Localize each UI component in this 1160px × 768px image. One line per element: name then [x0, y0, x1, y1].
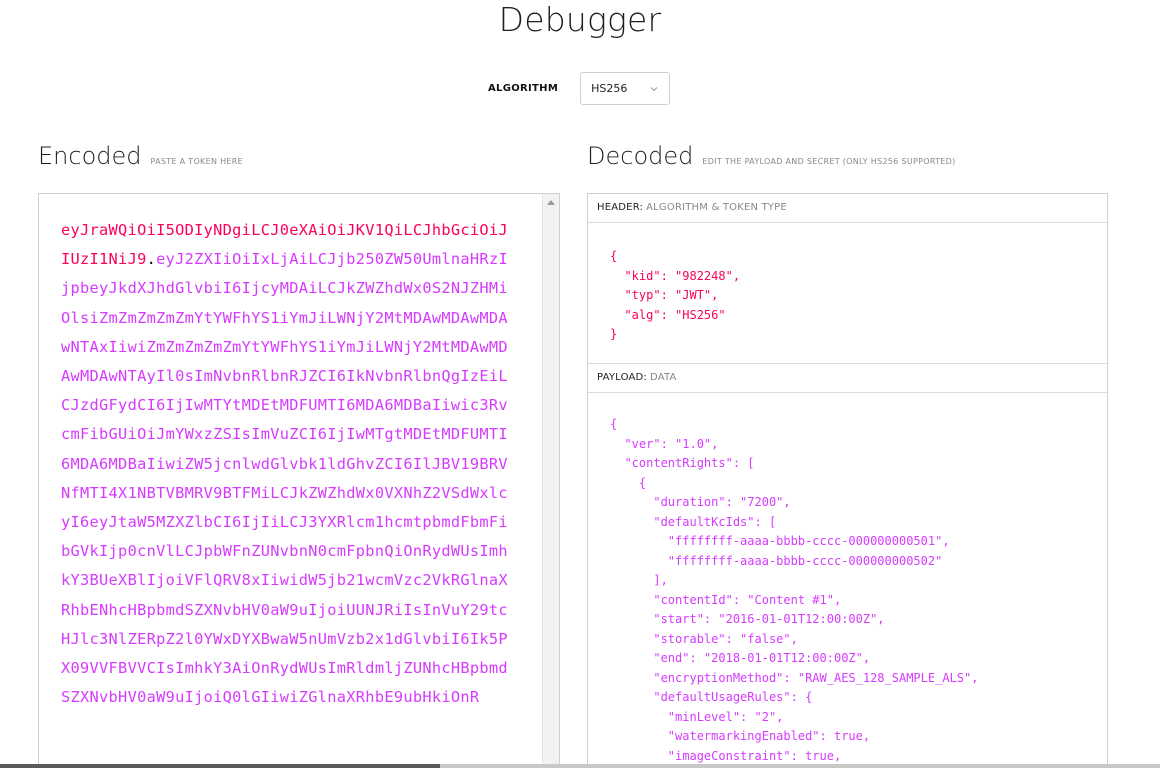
window-bottom-edge-light	[440, 764, 1160, 768]
header-panel-label: HEADER: ALGORITHM & TOKEN TYPE	[588, 194, 1107, 223]
token-separator: .	[146, 250, 157, 269]
window-bottom-edge	[0, 764, 1160, 768]
decoded-subtitle: EDIT THE PAYLOAD AND SECRET (ONLY HS256 …	[702, 157, 956, 166]
algorithm-select[interactable]: HS256	[580, 72, 671, 105]
header-json-code[interactable]: { "kid": "982248", "typ": "JWT", "alg": …	[588, 223, 1107, 345]
algorithm-select-value: HS256	[591, 82, 628, 95]
payload-json-editor[interactable]: { "ver": "1.0", "contentRights": [ { "du…	[588, 393, 1107, 766]
decoded-section-header: Decoded EDIT THE PAYLOAD AND SECRET (ONL…	[587, 142, 956, 170]
page-title: Debugger	[498, 0, 662, 39]
encoded-scrollbar[interactable]	[542, 194, 559, 768]
encoded-title: Encoded	[38, 142, 142, 170]
decoded-title: Decoded	[587, 142, 694, 170]
algorithm-label: ALGORITHM	[488, 83, 559, 94]
chevron-down-icon	[650, 86, 658, 91]
encoded-token-editor[interactable]: eyJraWQiOiI5ODIyNDgiLCJ0eXAiOiJKV1QiLCJh…	[38, 193, 560, 768]
algorithm-row: ALGORITHM HS256	[488, 72, 671, 105]
decoded-panel: HEADER: ALGORITHM & TOKEN TYPE { "kid": "…	[587, 193, 1108, 768]
payload-sublabel: DATA	[649, 372, 677, 383]
payload-panel-label: PAYLOAD: DATA	[588, 364, 1107, 393]
header-json-editor[interactable]: { "kid": "982248", "typ": "JWT", "alg": …	[588, 223, 1107, 364]
token-payload-segment: eyJ2ZXIiOiIxLjAiLCJjb250ZW50UmlnaHRzIjpb…	[61, 250, 508, 707]
encoded-token-text[interactable]: eyJraWQiOiI5ODIyNDgiLCJ0eXAiOiJKV1QiLCJh…	[61, 216, 516, 712]
header-label: HEADER:	[597, 202, 644, 213]
encoded-section-header: Encoded PASTE A TOKEN HERE	[38, 142, 243, 170]
header-sublabel: ALGORITHM & TOKEN TYPE	[646, 202, 787, 213]
payload-json-code[interactable]: { "ver": "1.0", "contentRights": [ { "du…	[588, 393, 1107, 766]
scroll-up-arrow-icon[interactable]	[547, 200, 555, 205]
payload-label: PAYLOAD:	[597, 372, 647, 383]
encoded-subtitle: PASTE A TOKEN HERE	[150, 157, 243, 166]
